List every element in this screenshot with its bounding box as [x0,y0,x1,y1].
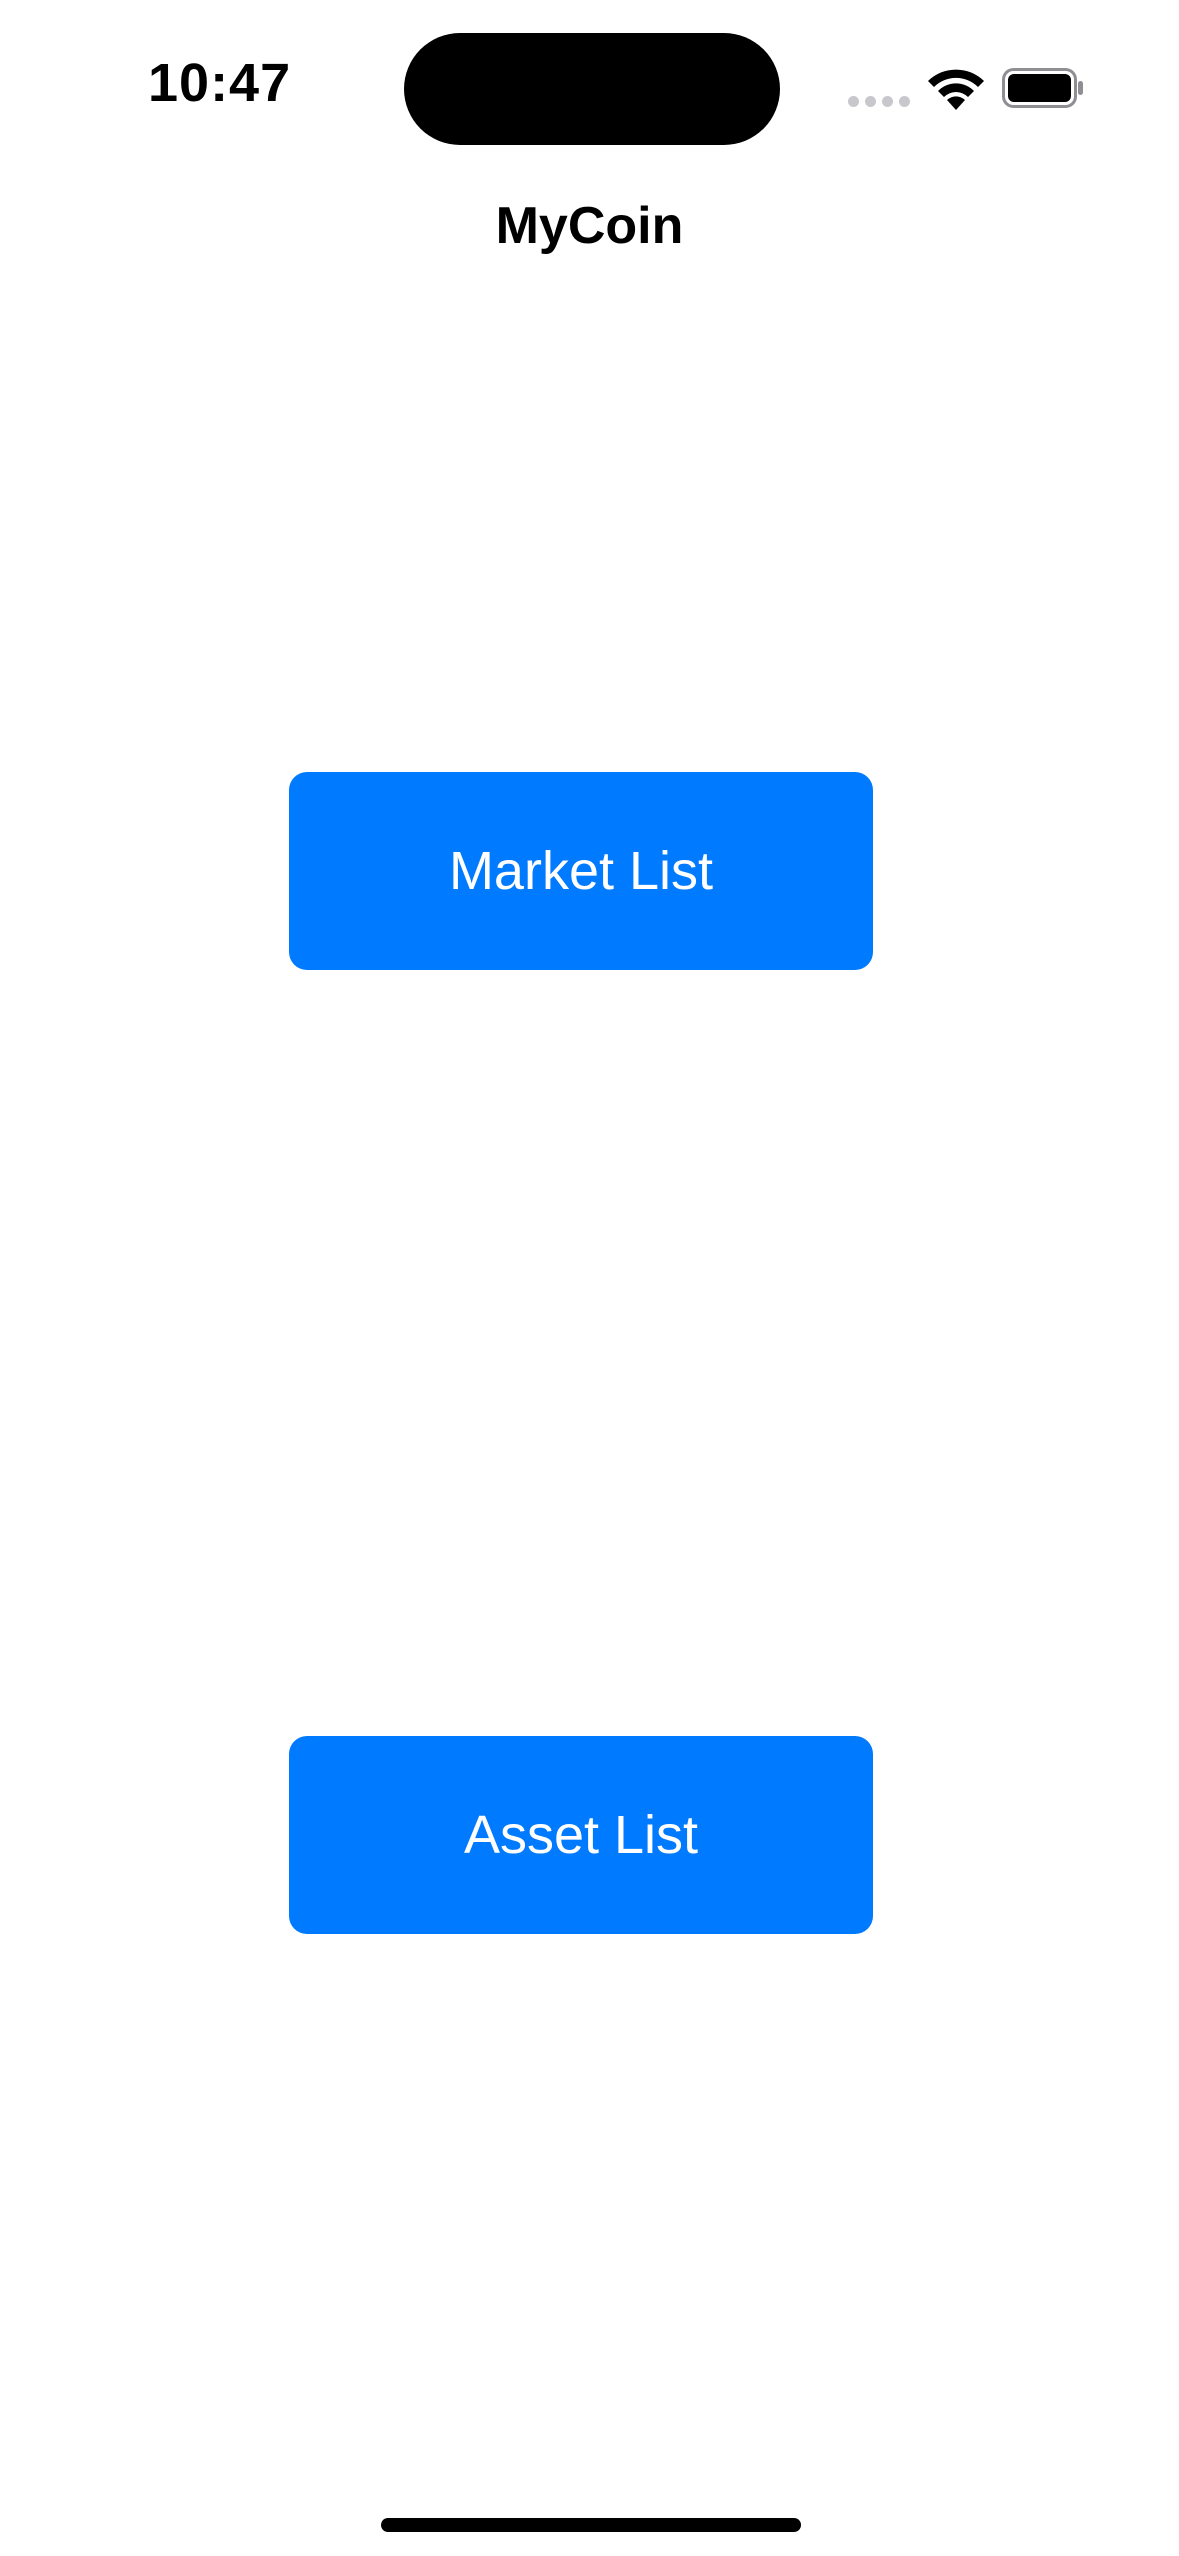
market-list-button[interactable]: Market List [289,772,873,970]
status-time: 10:47 [148,53,292,113]
status-bar: 10:47 [0,0,1179,180]
page-title: MyCoin [495,197,684,255]
wifi-icon [928,69,984,110]
dynamic-island [404,33,780,145]
home-indicator[interactable] [381,2518,801,2532]
asset-list-button[interactable]: Asset List [289,1736,873,1934]
battery-icon [1002,68,1083,108]
cellular-signal-icon [848,96,910,107]
